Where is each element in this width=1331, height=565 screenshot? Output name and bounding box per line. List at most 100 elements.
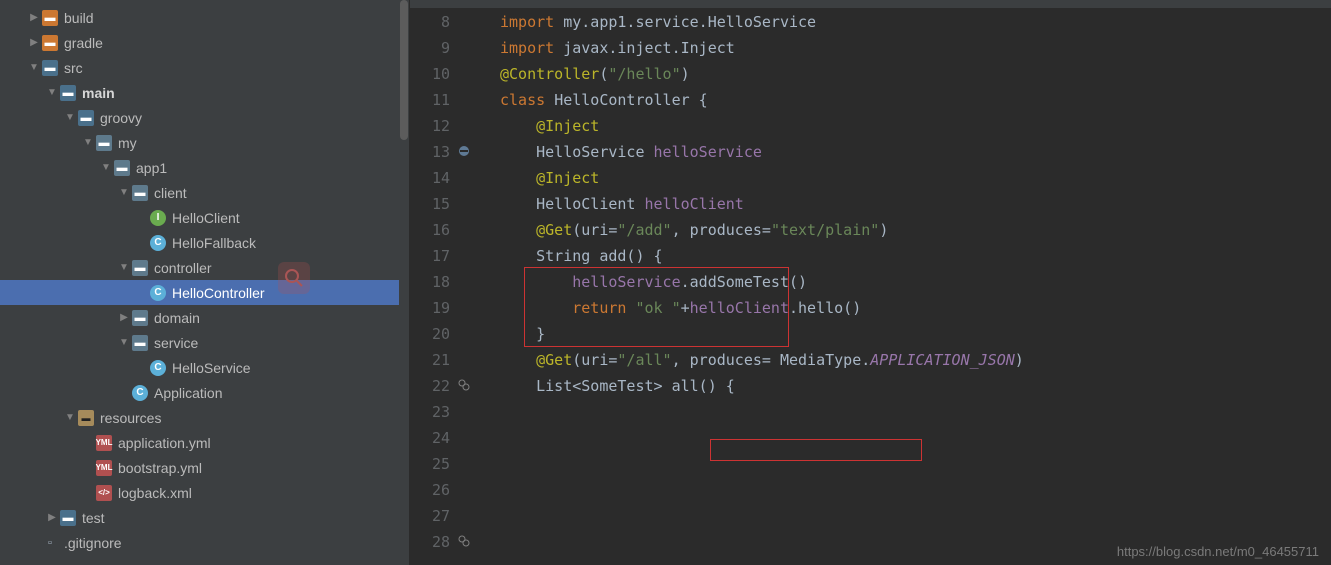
tree-arrow-icon[interactable] bbox=[116, 185, 132, 201]
tree-item-label: HelloController bbox=[172, 285, 265, 301]
code-line[interactable]: import my.app1.service.HelloService bbox=[500, 9, 1331, 35]
line-number: 27 bbox=[410, 503, 450, 529]
tree-item-app1[interactable]: ▬ app1 bbox=[0, 155, 409, 180]
tree-item--gitignore[interactable]: ▫.gitignore bbox=[0, 530, 409, 555]
fold-marker bbox=[478, 347, 496, 373]
editor-area: 8910111213141516171819202122232425262728… bbox=[410, 0, 1331, 565]
tree-arrow-icon[interactable] bbox=[26, 10, 42, 26]
gutter-spacer bbox=[458, 425, 478, 451]
tree-item-test[interactable]: ▬test bbox=[0, 505, 409, 530]
code-token bbox=[500, 351, 536, 369]
tree-item-application[interactable]: CApplication bbox=[0, 380, 409, 405]
fold-marker bbox=[478, 243, 496, 269]
code-line[interactable]: List<SomeTest> all() { bbox=[500, 373, 1331, 399]
sidebar-scrollbar[interactable] bbox=[399, 0, 409, 565]
editor-tabs[interactable] bbox=[410, 0, 1331, 9]
code-line[interactable]: @Inject bbox=[500, 165, 1331, 191]
line-number: 18 bbox=[410, 269, 450, 295]
code-line[interactable]: @Inject bbox=[500, 113, 1331, 139]
code-line[interactable]: } bbox=[500, 321, 1331, 347]
fold-marker bbox=[478, 35, 496, 61]
tree-arrow-icon bbox=[80, 435, 96, 451]
fold-marker bbox=[478, 165, 496, 191]
tree-arrow-icon[interactable] bbox=[116, 335, 132, 351]
folder-res-icon: ▬ bbox=[78, 410, 94, 426]
tree-item-service[interactable]: ▬service bbox=[0, 330, 409, 355]
tree-item-main[interactable]: ▬main bbox=[0, 80, 409, 105]
tree-item-gradle[interactable]: ▬gradle bbox=[0, 30, 409, 55]
tree-arrow-icon[interactable] bbox=[116, 260, 132, 276]
line-number: 24 bbox=[410, 425, 450, 451]
tree-arrow-icon[interactable] bbox=[44, 510, 60, 526]
tree-arrow-icon bbox=[134, 210, 150, 226]
tree-item-label: client bbox=[154, 185, 187, 201]
code-content[interactable]: import my.app1.service.HelloServiceimpor… bbox=[496, 9, 1331, 565]
code-token: .hello() bbox=[789, 299, 861, 317]
code-line[interactable]: HelloService helloService bbox=[500, 139, 1331, 165]
tree-item-build[interactable]: ▬build bbox=[0, 5, 409, 30]
code-token: @Controller bbox=[500, 65, 599, 83]
tree-item-resources[interactable]: ▬resources bbox=[0, 405, 409, 430]
code-token: } bbox=[500, 325, 545, 343]
tree-arrow-icon[interactable] bbox=[26, 35, 42, 51]
code-line[interactable]: @Get(uri="/add", produces="text/plain") bbox=[500, 217, 1331, 243]
tree-item-label: main bbox=[82, 85, 115, 101]
tree-arrow-icon[interactable] bbox=[26, 60, 42, 76]
tree-item-hellofallback[interactable]: CHelloFallback bbox=[0, 230, 409, 255]
code-line[interactable]: return "ok "+helloClient.hello() bbox=[500, 295, 1331, 321]
tree-item-bootstrap-yml[interactable]: YMLbootstrap.yml bbox=[0, 455, 409, 480]
code-token: "ok " bbox=[635, 299, 680, 317]
tree-item-my[interactable]: ▬my bbox=[0, 130, 409, 155]
folder-pkg-icon: ▬ bbox=[132, 335, 148, 351]
tree-item-helloclient[interactable]: IHelloClient bbox=[0, 205, 409, 230]
tree-arrow-icon[interactable] bbox=[80, 135, 96, 151]
gutter-icons bbox=[458, 9, 478, 565]
code-line[interactable]: String add() { bbox=[500, 243, 1331, 269]
tree-item-label: app1 bbox=[136, 160, 167, 176]
tree-arrow-icon[interactable] bbox=[44, 85, 60, 101]
gutter-spacer bbox=[458, 113, 478, 139]
code-token bbox=[500, 169, 536, 187]
code-line[interactable]: class HelloController { bbox=[500, 87, 1331, 113]
tree-item-logback-xml[interactable]: </>logback.xml bbox=[0, 480, 409, 505]
tree-arrow-icon[interactable] bbox=[116, 310, 132, 326]
code-editor[interactable]: 8910111213141516171819202122232425262728… bbox=[410, 9, 1331, 565]
code-token: "/add" bbox=[617, 221, 671, 239]
tree-item-hellocontroller[interactable]: CHelloController bbox=[0, 280, 409, 305]
tree-item-label: domain bbox=[154, 310, 200, 326]
folder-pkg-icon: ▬ bbox=[114, 160, 130, 176]
gutter-spacer bbox=[458, 217, 478, 243]
tree-item-helloservice[interactable]: CHelloService bbox=[0, 355, 409, 380]
code-line[interactable]: @Get(uri="/all", produces= MediaType.APP… bbox=[500, 347, 1331, 373]
yml-icon: YML bbox=[96, 435, 112, 451]
tree-arrow-icon bbox=[80, 460, 96, 476]
tree-item-client[interactable]: ▬client bbox=[0, 180, 409, 205]
class-icon: C bbox=[150, 235, 166, 251]
tree-item-domain[interactable]: ▬domain bbox=[0, 305, 409, 330]
code-line[interactable]: HelloClient helloClient bbox=[500, 191, 1331, 217]
link-gutter-icon bbox=[458, 373, 478, 399]
line-number: 25 bbox=[410, 451, 450, 477]
line-number: 22 bbox=[410, 373, 450, 399]
tree-arrow-icon[interactable] bbox=[62, 410, 78, 426]
project-tree-sidebar[interactable]: ▬build▬gradle▬src▬main▬groovy▬my▬app1▬cl… bbox=[0, 0, 410, 565]
code-token: HelloClient bbox=[500, 195, 645, 213]
code-line[interactable]: import javax.inject.Inject bbox=[500, 35, 1331, 61]
fold-marker bbox=[478, 113, 496, 139]
tree-item-controller[interactable]: ▬controller bbox=[0, 255, 409, 280]
tree-item-label: controller bbox=[154, 260, 212, 276]
tree-arrow-icon[interactable] bbox=[62, 110, 78, 126]
code-line[interactable]: helloService.addSomeTest() bbox=[500, 269, 1331, 295]
tree-item-application-yml[interactable]: YMLapplication.yml bbox=[0, 430, 409, 455]
code-token: @Get bbox=[536, 221, 572, 239]
tree-item-groovy[interactable]: ▬groovy bbox=[0, 105, 409, 130]
fold-column[interactable] bbox=[478, 9, 496, 565]
tree-item-src[interactable]: ▬src bbox=[0, 55, 409, 80]
tree-item-label: test bbox=[82, 510, 105, 526]
tree-arrow-icon[interactable] bbox=[98, 160, 114, 176]
code-token: "/hello" bbox=[608, 65, 680, 83]
line-number: 14 bbox=[410, 165, 450, 191]
line-number: 11 bbox=[410, 87, 450, 113]
code-line[interactable]: @Controller("/hello") bbox=[500, 61, 1331, 87]
line-number: 28 bbox=[410, 529, 450, 555]
